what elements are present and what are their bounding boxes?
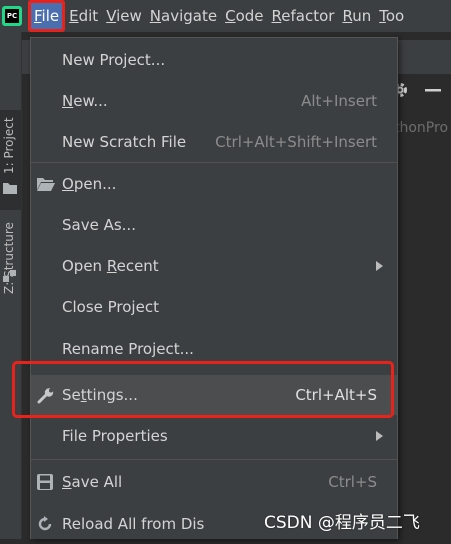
menu-item-open-recent[interactable]: Open Recent [31,246,397,286]
menu-item-rename-project[interactable]: Rename Project... [31,329,397,369]
menu-navigate[interactable]: Navigate [146,0,221,32]
menu-edit[interactable]: Edit [65,0,102,32]
submenu-arrow-icon [376,261,383,271]
file-menu-dropdown: New Project... New... Alt+Insert New Scr… [30,37,398,539]
menu-item-new-scratch-file[interactable]: New Scratch File Ctrl+Alt+Shift+Insert [31,122,397,162]
menu-code[interactable]: Code [221,0,267,32]
shortcut-label: Ctrl+Alt+S [295,386,377,404]
structure-tab-icon [3,270,16,282]
pycharm-logo-icon: PC [2,6,22,26]
shortcut-label: Ctrl+S [328,473,377,491]
menu-tools[interactable]: Too [375,0,408,32]
shortcut-label: Alt+Insert [301,92,377,110]
menu-item-settings[interactable]: Settings... Ctrl+Alt+S [31,375,397,415]
reload-icon [37,516,53,532]
menu-item-open[interactable]: Open... [31,164,397,204]
folder-tab-icon [3,183,17,194]
folder-icon [37,176,55,192]
menu-item-save-all[interactable]: Save All Ctrl+S [31,462,397,502]
menu-run[interactable]: Run [338,0,375,32]
minimize-icon[interactable] [424,82,442,98]
menu-item-new-project[interactable]: New Project... [31,40,397,80]
menu-file[interactable]: File [28,0,66,32]
watermark: CSDN @程序员二飞 [264,513,420,533]
menu-item-file-properties[interactable]: File Properties [31,416,397,456]
menu-bar: PC File Edit View Navigate Code Refactor… [0,0,451,32]
menu-separator [31,162,397,163]
save-icon [37,474,53,490]
editor-background-text: thonPro [394,120,449,136]
menu-item-new[interactable]: New... Alt+Insert [31,81,397,121]
submenu-arrow-icon [376,431,383,441]
menu-refactor[interactable]: Refactor [268,0,339,32]
menu-view[interactable]: View [102,0,146,32]
left-tool-stripe: 1: Project Z: Structure [0,32,22,539]
wrench-icon [37,387,54,404]
menu-item-close-project[interactable]: Close Project [31,287,397,327]
menu-item-save-as[interactable]: Save As... [31,205,397,245]
shortcut-label: Ctrl+Alt+Shift+Insert [215,133,377,151]
menu-separator [31,459,397,460]
project-tool-tab-label: 1: Project [2,117,16,174]
